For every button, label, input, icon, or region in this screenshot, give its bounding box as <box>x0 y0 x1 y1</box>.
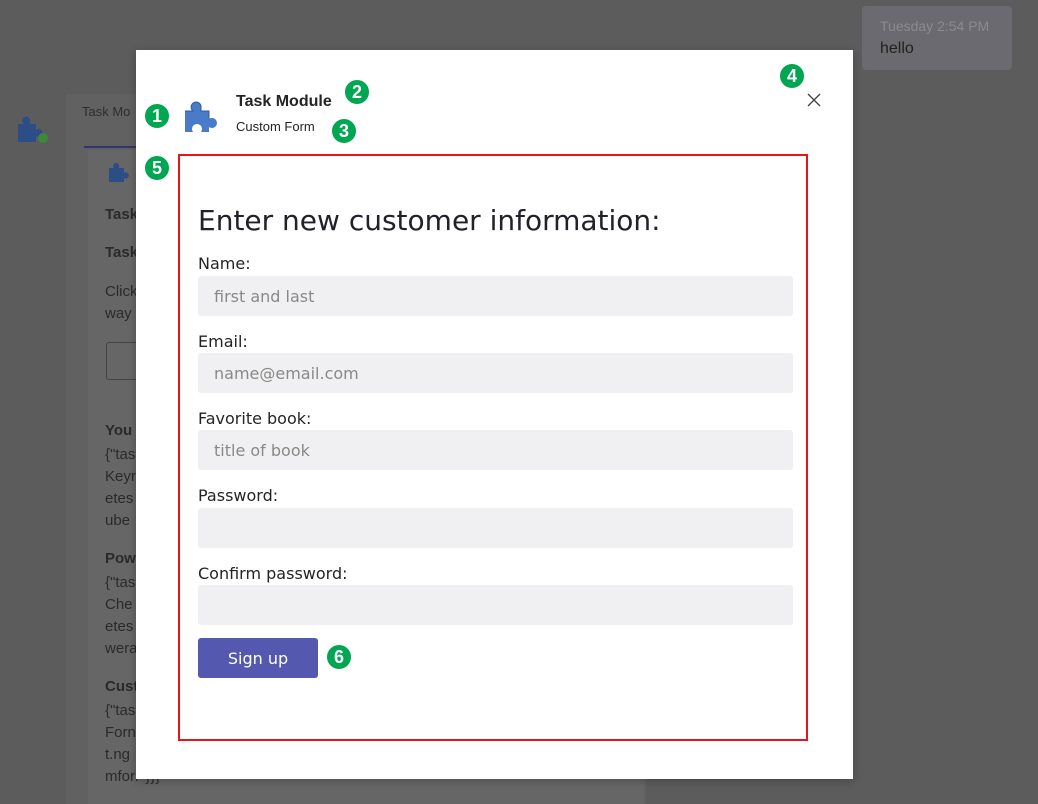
close-icon[interactable] <box>802 88 826 112</box>
bg-card-line: Task <box>105 206 139 223</box>
dialog-subtitle: Custom Form <box>236 119 315 134</box>
bg-card-line: ube <box>105 512 131 529</box>
annotation-badge-6: 6 <box>325 643 353 671</box>
bg-card-line: t.ng <box>105 746 131 763</box>
bg-card-line: Pow <box>105 550 136 567</box>
bg-card-line: Forn <box>105 724 136 741</box>
name-input[interactable] <box>198 276 793 316</box>
favorite-book-label: Favorite book: <box>198 409 312 428</box>
annotation-badge-5: 5 <box>143 154 171 182</box>
bot-avatar-icon <box>18 116 48 143</box>
password-input[interactable] <box>198 508 793 548</box>
annotation-badge-3: 3 <box>330 117 358 145</box>
tab-task-module: Task Mo <box>82 104 131 119</box>
tab-underline <box>84 146 140 148</box>
password-label: Password: <box>198 486 279 505</box>
annotation-badge-2: 2 <box>343 78 371 106</box>
annotation-badge-1: 1 <box>143 102 171 130</box>
card-puzzle-icon <box>109 162 129 182</box>
message-timestamp: Tuesday 2:54 PM <box>880 18 990 34</box>
message-text: hello <box>880 40 914 57</box>
bg-card-line: Che <box>105 596 133 613</box>
bg-card-line: etes <box>105 490 134 507</box>
email-label: Email: <box>198 332 248 351</box>
confirm-password-input[interactable] <box>198 585 793 625</box>
annotation-badge-4: 4 <box>778 62 806 90</box>
bg-card-line: Task <box>105 244 139 261</box>
email-input[interactable] <box>198 353 793 393</box>
task-module-dialog: Task Module Custom Form Enter new custom… <box>136 50 853 779</box>
bg-card-line: etes <box>105 618 134 635</box>
bg-card-line: way <box>105 305 132 322</box>
bg-card-line: wera <box>105 640 138 657</box>
bg-card-line: {"tas <box>105 574 136 591</box>
puzzle-piece-icon <box>185 101 217 132</box>
bg-card-line: Click <box>105 283 138 300</box>
form-heading: Enter new customer information: <box>198 204 661 237</box>
dialog-title: Task Module <box>236 93 332 110</box>
sign-up-button[interactable]: Sign up <box>198 638 318 678</box>
chat-message: Tuesday 2:54 PM hello <box>862 6 1012 70</box>
confirm-password-label: Confirm password: <box>198 564 348 583</box>
bg-card-line: Keyr <box>105 468 136 485</box>
bg-card-line: Cust <box>105 678 139 695</box>
favorite-book-input[interactable] <box>198 430 793 470</box>
bg-card-line: You <box>105 422 133 439</box>
name-label: Name: <box>198 254 251 273</box>
custom-form-frame: Enter new customer information: Name: Em… <box>178 154 808 741</box>
bg-card-line: {"tas <box>105 446 136 463</box>
bg-card-line: {"tas <box>105 702 136 719</box>
